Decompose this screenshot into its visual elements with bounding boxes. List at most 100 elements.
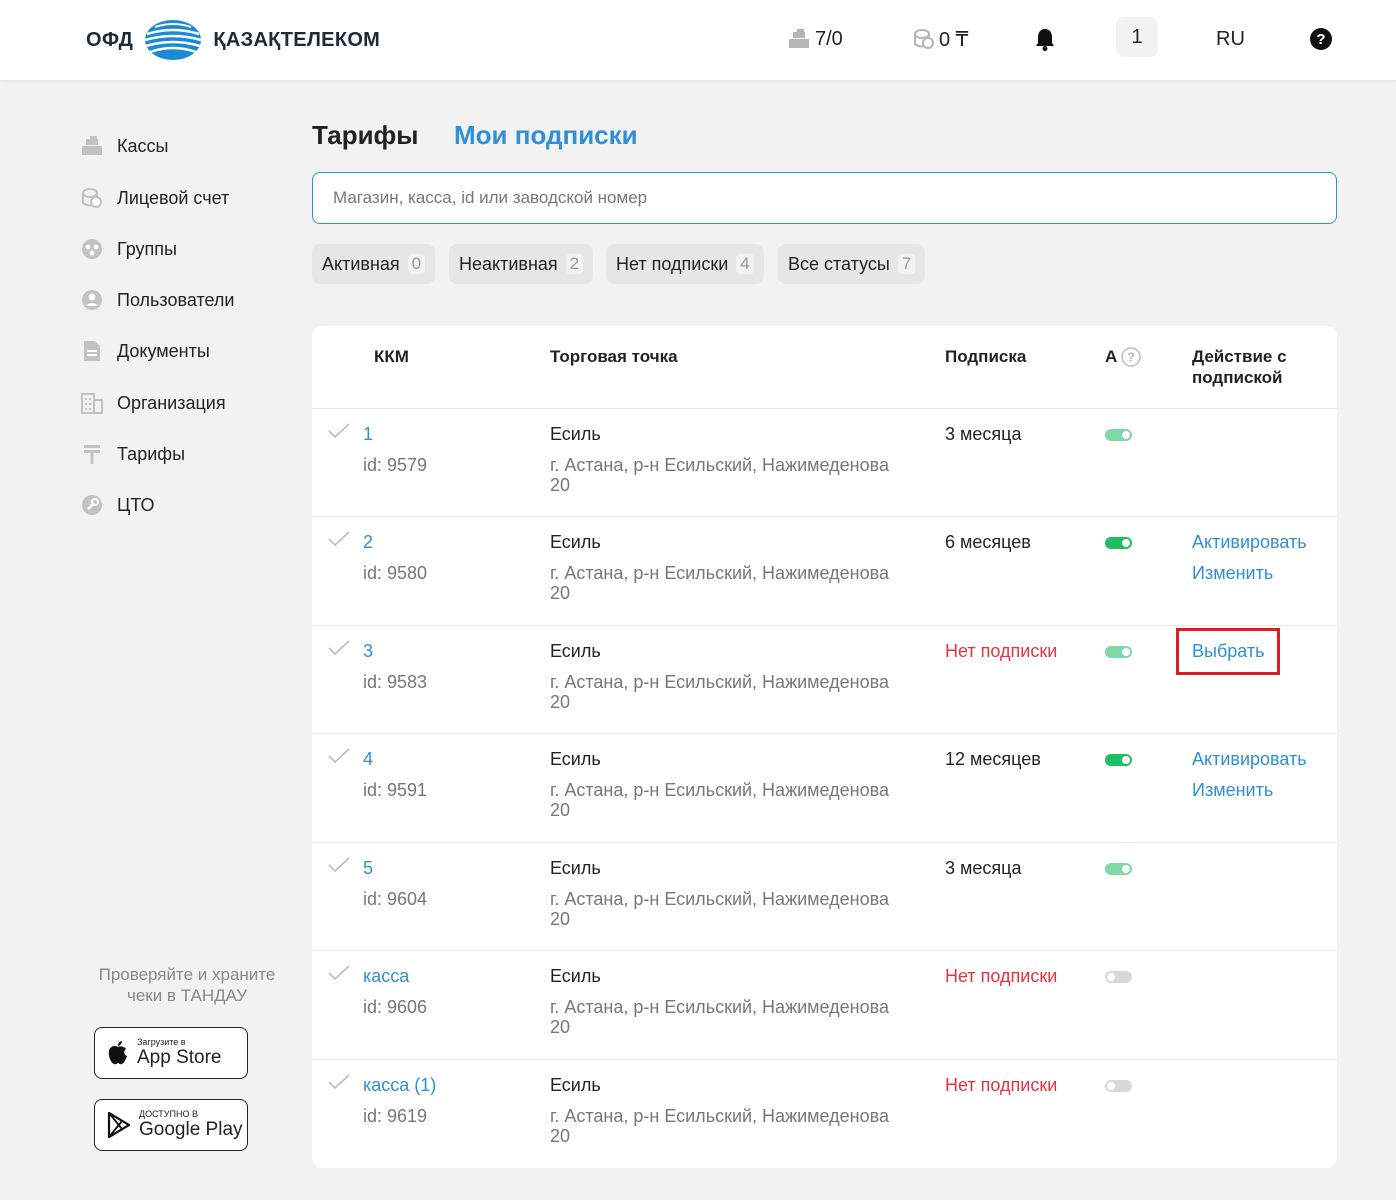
kkm-link[interactable]: 4	[363, 749, 373, 770]
shop-address: г. Астана, р-н Есильский, Нажимеденова 2…	[550, 455, 889, 495]
promo-text: Проверяйте и храните чеки в ТАНДАУ	[98, 965, 276, 1005]
column-header-action-line1: Действие с	[1192, 347, 1287, 366]
table-row: 1 id: 9579 Есиль г. Астана, р-н Есильски…	[312, 408, 1337, 516]
kkm-count: 7/0	[815, 27, 843, 50]
logo[interactable]: ОФД ҚАЗАҚТЕЛЕКОМ	[86, 18, 380, 62]
help-button[interactable]: ?	[1310, 24, 1332, 54]
filter-label: Неактивная	[459, 253, 558, 274]
top-header: ОФД ҚАЗАҚТЕЛЕКОМ 7/0 0 ₸ 1 RU ?	[0, 0, 1396, 80]
building-icon	[80, 391, 104, 415]
filter-label: Все статусы	[788, 253, 890, 274]
check-icon	[328, 423, 350, 439]
table-row: 3 id: 9583 Есиль г. Астана, р-н Есильски…	[312, 625, 1337, 733]
tab-my-subscriptions[interactable]: Мои подписки	[454, 120, 638, 151]
shop-name: Есиль	[550, 532, 601, 552]
filter-all-statuses[interactable]: Все статусы 7	[778, 244, 926, 284]
notifications-button[interactable]	[1034, 24, 1056, 54]
auto-renew-toggle[interactable]	[1105, 754, 1132, 766]
filter-count: 7	[897, 254, 916, 274]
filter-count: 4	[736, 254, 754, 274]
sidebar-item-users[interactable]: Пользователи	[80, 286, 234, 314]
shop-name: Есиль	[550, 424, 601, 444]
filter-count: 2	[565, 254, 584, 274]
filter-inactive[interactable]: Неактивная 2	[449, 244, 594, 284]
auto-renew-toggle[interactable]	[1105, 429, 1132, 441]
check-icon	[328, 640, 350, 656]
shop-address: г. Астана, р-н Есильский, Нажимеденова 2…	[550, 889, 889, 929]
sidebar-item-label: Группы	[117, 238, 177, 259]
app-store-small: Загрузите в	[137, 1037, 186, 1047]
column-header-auto: А ?	[1105, 346, 1142, 367]
search-input[interactable]	[312, 172, 1337, 224]
activate-link[interactable]: Активировать	[1192, 532, 1307, 553]
table-row: касса id: 9606 Есиль г. Астана, р-н Есил…	[312, 950, 1337, 1058]
balance-amount: 0 ₸	[939, 28, 969, 51]
google-play-button[interactable]: ДОСТУПНО В Google Play	[94, 1099, 248, 1151]
language-selector[interactable]: RU	[1216, 24, 1245, 54]
filter-active[interactable]: Активная 0	[312, 244, 436, 284]
tab-tariffs[interactable]: Тарифы	[312, 120, 419, 151]
column-header-shop: Торговая точка	[550, 347, 678, 366]
table-row: 4 id: 9591 Есиль г. Астана, р-н Есильски…	[312, 733, 1337, 841]
auto-renew-toggle[interactable]	[1105, 537, 1132, 549]
column-header-auto-label: А	[1105, 347, 1118, 366]
table-row: 2 id: 9580 Есиль г. Астана, р-н Есильски…	[312, 516, 1337, 624]
filter-no-subscription[interactable]: Нет подписки 4	[606, 244, 764, 284]
sidebar-item-account[interactable]: Лицевой счет	[80, 184, 229, 212]
sidebar-item-tariffs[interactable]: Тарифы	[80, 440, 185, 468]
groups-icon	[80, 237, 104, 261]
subscription-status: 6 месяцев	[945, 532, 1031, 552]
kkm-link[interactable]: касса	[363, 966, 409, 987]
shop-name: Есиль	[550, 858, 601, 878]
change-link[interactable]: Изменить	[1192, 563, 1273, 584]
subscription-status: Нет подписки	[945, 966, 1058, 986]
sidebar-item-label: Тарифы	[117, 443, 186, 464]
app-store-button[interactable]: Загрузите в App Store	[94, 1027, 248, 1079]
column-header-action-line2: подпиской	[1192, 368, 1283, 387]
svg-text:?: ?	[1316, 31, 1325, 48]
question-circle-icon[interactable]: ?	[1121, 346, 1142, 367]
auto-renew-toggle[interactable]	[1105, 971, 1132, 983]
highlight-box	[1176, 628, 1280, 675]
sidebar-item-documents[interactable]: Документы	[80, 337, 210, 365]
cash-register-icon	[80, 134, 104, 158]
column-header-action: Действие с подпиской	[1192, 346, 1287, 388]
sidebar-item-groups[interactable]: Группы	[80, 235, 177, 263]
sidebar-item-kassy[interactable]: Кассы	[80, 132, 168, 160]
user-badge[interactable]: 1	[1116, 17, 1158, 57]
balance-counter[interactable]: 0 ₸	[913, 24, 968, 54]
kkm-link[interactable]: 5	[363, 858, 373, 879]
filter-label: Нет подписки	[616, 253, 729, 274]
kkm-link[interactable]: 3	[363, 641, 373, 662]
shop-name: Есиль	[550, 749, 601, 769]
shop-name: Есиль	[550, 966, 601, 986]
svg-text:?: ?	[1127, 349, 1135, 364]
shop-name: Есиль	[550, 1075, 601, 1095]
tenge-icon	[80, 442, 104, 466]
column-header-subscription: Подписка	[945, 347, 1027, 366]
auto-renew-toggle[interactable]	[1105, 1080, 1132, 1092]
auto-renew-toggle[interactable]	[1105, 863, 1132, 875]
logo-ofd-text: ОФД	[86, 28, 134, 51]
subscription-status: 3 месяца	[945, 424, 1022, 444]
sidebar-item-label: ЦТО	[117, 494, 155, 515]
kkm-link[interactable]: касса (1)	[363, 1075, 436, 1096]
activate-link[interactable]: Активировать	[1192, 749, 1307, 770]
subscription-status: Нет подписки	[945, 641, 1058, 661]
sidebar-item-organization[interactable]: Организация	[80, 389, 226, 417]
bell-icon	[1036, 29, 1054, 51]
globe-logo-icon	[145, 20, 202, 60]
check-icon	[328, 857, 350, 873]
sidebar-item-cto[interactable]: ЦТО	[80, 491, 155, 519]
kkm-link[interactable]: 2	[363, 532, 373, 553]
sidebar-item-label: Организация	[117, 392, 226, 413]
shop-address: г. Астана, р-н Есильский, Нажимеденова 2…	[550, 1106, 889, 1146]
auto-renew-toggle[interactable]	[1105, 646, 1132, 658]
kkm-link[interactable]: 1	[363, 424, 373, 445]
coins-icon	[80, 186, 104, 210]
kkm-counter[interactable]: 7/0	[788, 24, 843, 54]
subscription-status: Нет подписки	[945, 1075, 1058, 1095]
change-link[interactable]: Изменить	[1192, 780, 1273, 801]
sidebar-item-label: Пользователи	[117, 289, 235, 310]
apple-icon	[108, 1041, 127, 1065]
